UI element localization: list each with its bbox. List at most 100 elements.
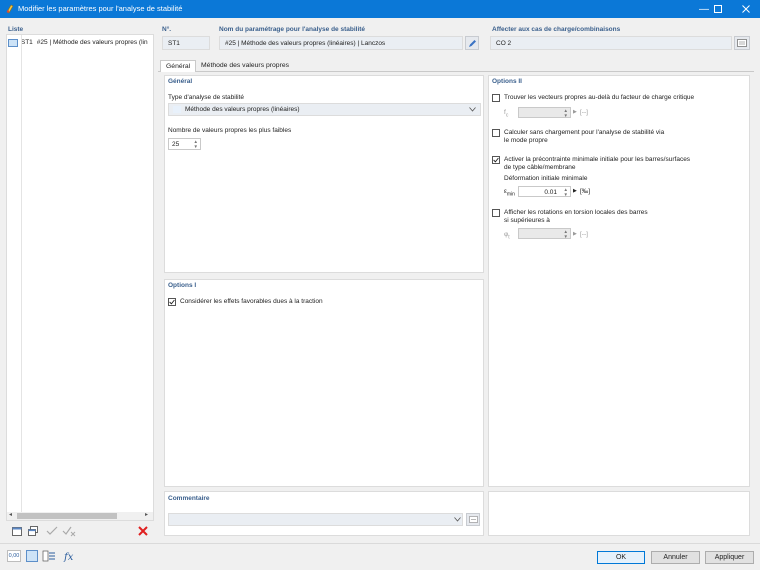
prestress-label-2: de type câble/membrane <box>504 164 576 171</box>
eps-arrow-icon[interactable]: ▶ <box>573 188 577 194</box>
options2-title: Options II <box>492 78 522 85</box>
favorable-effects-label: Considérer les effets favorables dues à … <box>180 298 323 305</box>
torsion-label-1: Afficher les rotations en torsion locale… <box>504 209 648 216</box>
comment-side-panel <box>488 491 750 536</box>
assign-field[interactable]: CO 2 <box>490 36 732 50</box>
analysis-type-label: Type d'analyse de stabilité <box>168 94 245 101</box>
title-bar: Modifier les paramètres pour l'analyse d… <box>0 0 760 18</box>
edit-name-button[interactable] <box>465 36 479 50</box>
list-item[interactable]: ST1 #25 | Méthode des valeurs propres (l… <box>8 37 153 48</box>
phi-unit: [--] <box>580 231 588 238</box>
list-tree-guide <box>21 35 22 513</box>
favorable-effects-checkbox[interactable] <box>168 298 176 306</box>
window-title: Modifier les paramètres pour l'analyse d… <box>18 4 183 13</box>
f-arrow-icon[interactable]: ▶ <box>573 109 577 115</box>
comment-title: Commentaire <box>168 495 210 502</box>
eps-min-stepper[interactable]: 0.01 ▲ ▼ <box>518 186 571 197</box>
analysis-type-value: Méthode des valeurs propres (linéaires) <box>185 106 300 113</box>
stepper-arrows-icon[interactable]: ▲ ▼ <box>564 187 568 197</box>
scrollbar-thumb[interactable] <box>17 513 117 519</box>
assign-header: Affecter aux cas de charge/combinaisons <box>492 26 621 33</box>
options1-title: Options I <box>168 282 197 289</box>
copy-item-icon <box>28 526 38 536</box>
select-list-icon <box>737 39 747 47</box>
general-title: Général <box>168 78 193 85</box>
units-icon-label: 0,00 <box>8 553 20 559</box>
phi-symbol-label: φt <box>504 231 510 240</box>
tab-eigenvalue-method[interactable]: Méthode des valeurs propres <box>196 60 294 72</box>
tab-general[interactable]: Général <box>160 60 197 72</box>
delete-icon <box>138 526 148 536</box>
f-sub: c <box>505 112 509 119</box>
comment-library-button[interactable] <box>466 513 480 526</box>
phi-arrow-icon[interactable]: ▶ <box>573 231 577 237</box>
eigen-count-value: 25 <box>172 141 180 148</box>
chevron-down-icon <box>469 107 476 112</box>
find-vectors-checkbox[interactable] <box>492 94 500 102</box>
list-horizontal-scrollbar[interactable]: ◂ ▸ <box>7 512 153 520</box>
number-field[interactable]: ST1 <box>162 36 210 50</box>
list-header: Liste <box>8 26 24 33</box>
formula-button[interactable]: fx <box>62 549 76 563</box>
no-load-label-2: le mode propre <box>504 137 548 144</box>
no-load-checkbox[interactable] <box>492 129 500 137</box>
select-loadcase-button[interactable] <box>734 36 750 50</box>
number-header: N°. <box>162 26 172 33</box>
phi-sub: t <box>508 234 510 241</box>
options2-panel: Options II Trouver les vecteurs propres … <box>488 75 750 487</box>
prestress-label-1: Activer la précontrainte minimale initia… <box>504 156 691 163</box>
units-button[interactable]: 0,00 <box>7 550 21 562</box>
name-header: Nom du paramétrage pour l'analyse de sta… <box>219 26 366 33</box>
stepper-arrows-icon[interactable]: ▲ ▼ <box>564 108 568 118</box>
list-item-label: #25 | Méthode des valeurs propres (lin <box>36 39 148 46</box>
cancel-button[interactable]: Annuler <box>651 551 700 564</box>
stepper-arrows-icon[interactable]: ▲ ▼ <box>194 139 198 149</box>
display-navigator-button[interactable] <box>42 549 56 563</box>
close-window-button[interactable] <box>732 0 760 18</box>
new-item-button[interactable] <box>11 525 23 537</box>
apply-button[interactable]: Appliquer <box>705 551 754 564</box>
analysis-type-select[interactable]: Méthode des valeurs propres (linéaires) <box>168 103 481 116</box>
uncheck-items-button[interactable] <box>62 525 76 537</box>
copy-item-button[interactable] <box>27 525 39 537</box>
maximize-button[interactable] <box>704 0 732 18</box>
edit-pencil-icon <box>468 39 476 47</box>
eps-unit: [‰] <box>580 188 591 195</box>
formula-icon: fx <box>63 552 74 563</box>
eigen-count-label: Nombre de valeurs propres les plus faibl… <box>168 127 292 134</box>
maximize-icon <box>714 5 722 13</box>
torsion-checkbox[interactable] <box>492 209 500 217</box>
color-selection-button[interactable] <box>26 550 38 562</box>
f-unit: [--] <box>580 109 588 116</box>
bottom-divider <box>0 543 760 544</box>
eps-sub: min <box>506 191 515 198</box>
stepper-arrows-icon[interactable]: ▲ ▼ <box>564 229 568 239</box>
check-items-icon <box>46 526 58 535</box>
navigator-icon <box>42 550 55 562</box>
general-panel: Général Type d'analyse de stabilité Méth… <box>164 75 484 273</box>
phi-torsion-stepper[interactable]: ▲ ▼ <box>518 228 571 239</box>
scroll-left-icon[interactable]: ◂ <box>9 511 12 518</box>
f-symbol-label: fc <box>504 109 508 118</box>
uncheck-items-icon <box>62 526 76 537</box>
analysis-type-swatch <box>173 106 181 113</box>
app-icon <box>6 4 14 14</box>
name-field[interactable]: #25 | Méthode des valeurs propres (linéa… <box>219 36 463 50</box>
prestress-checkbox[interactable] <box>492 156 500 164</box>
eigen-count-stepper[interactable]: 25 ▲ ▼ <box>168 138 201 150</box>
comment-library-icon <box>468 516 478 523</box>
ok-button[interactable]: OK <box>597 551 645 564</box>
min-deformation-label: Déformation initiale minimale <box>504 175 588 182</box>
scroll-right-icon[interactable]: ▸ <box>145 511 148 518</box>
list-item-color-swatch <box>8 38 18 47</box>
delete-item-button[interactable] <box>137 525 149 537</box>
f-critical-stepper[interactable]: ▲ ▼ <box>518 107 571 118</box>
no-load-label-1: Calculer sans chargement pour l'analyse … <box>504 129 665 136</box>
comment-panel: Commentaire <box>164 491 484 536</box>
checkmark-icon <box>169 299 175 305</box>
chevron-down-icon[interactable] <box>454 517 461 522</box>
comment-input[interactable] <box>168 513 463 526</box>
torsion-label-2: si supérieures à <box>504 217 550 224</box>
check-items-button[interactable] <box>46 525 58 537</box>
find-vectors-label: Trouver les vecteurs propres au-delà du … <box>504 94 695 101</box>
